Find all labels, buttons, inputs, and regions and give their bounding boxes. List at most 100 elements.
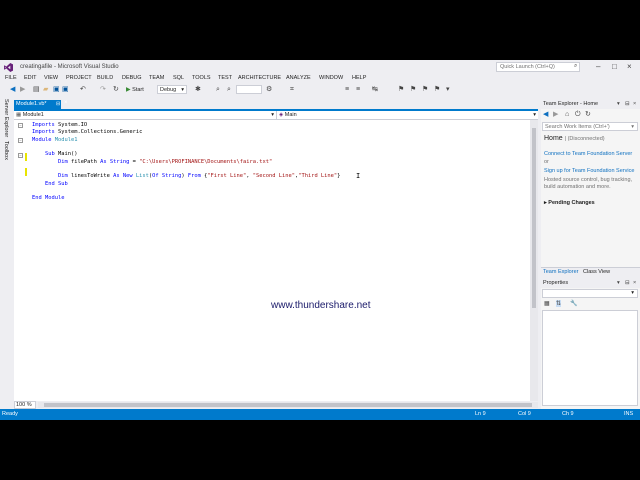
undo-icon[interactable]: ↶ xyxy=(80,86,86,94)
search-icon[interactable]: ⌕ xyxy=(574,63,577,70)
minimize-button[interactable]: – xyxy=(596,62,600,72)
save-icon[interactable]: ▣ xyxy=(53,86,60,94)
horizontal-scrollbar[interactable] xyxy=(38,402,538,408)
toolbox-tab[interactable]: Toolbox xyxy=(3,141,9,160)
categorized-icon[interactable]: ▦ xyxy=(544,300,550,307)
start-label: Start xyxy=(132,87,144,93)
code-token: As xyxy=(100,158,110,165)
code-line: Dim filePath As String = "C:\Users\PROFI… xyxy=(32,159,340,166)
title-bar: creatingafile - Microsoft Visual Studio … xyxy=(0,60,640,74)
code-editor[interactable]: − − − Imports System.IO Imports System.Co… xyxy=(14,120,538,401)
signup-tfs-link[interactable]: Sign up for Team Foundation Service xyxy=(544,168,634,174)
service-description-line2: build automation and more. xyxy=(544,184,611,190)
menu-help[interactable]: HELP xyxy=(352,75,366,81)
tab-class-view[interactable]: Class View xyxy=(583,269,610,275)
start-debugging-button[interactable]: ▶ Start xyxy=(126,86,144,93)
connect-icon[interactable]: ⏻ xyxy=(575,111,581,119)
save-all-icon[interactable]: ▣ xyxy=(62,86,69,94)
tab-team-explorer[interactable]: Team Explorer xyxy=(543,269,578,275)
menu-view[interactable]: VIEW xyxy=(44,75,58,81)
bookmark-icon[interactable]: ⌗ xyxy=(290,86,294,94)
pending-changes-section[interactable]: ▸ Pending Changes xyxy=(544,200,595,206)
open-icon[interactable]: ▰ xyxy=(43,86,48,94)
menu-test[interactable]: TEST xyxy=(218,75,232,81)
properties-object-select[interactable]: ▾ xyxy=(542,289,638,298)
back-icon[interactable]: ◀ xyxy=(10,86,15,94)
zoom-value: 100 % xyxy=(16,402,32,408)
menu-edit[interactable]: EDIT xyxy=(24,75,37,81)
pin-icon[interactable]: ⊟ xyxy=(56,101,60,107)
maximize-button[interactable]: □ xyxy=(612,62,617,72)
menu-build[interactable]: BUILD xyxy=(97,75,113,81)
code-token: Main() xyxy=(57,151,78,158)
comment-icon[interactable]: ≡ xyxy=(345,86,349,94)
bookmark-clear-icon[interactable]: ⚑ xyxy=(422,86,428,94)
home-icon[interactable]: ⌂ xyxy=(565,111,569,119)
forward-icon[interactable]: ▶ xyxy=(553,111,558,119)
code-token: Sub xyxy=(44,151,58,158)
new-project-icon[interactable]: ▤ xyxy=(33,86,40,94)
bookmark-folder-icon[interactable]: ⚑ xyxy=(434,86,440,94)
chevron-down-icon[interactable]: ▾ xyxy=(617,280,620,286)
zoom-select[interactable]: 100 % xyxy=(14,401,36,409)
close-icon[interactable]: × xyxy=(633,280,636,286)
menu-tools[interactable]: TOOLS xyxy=(192,75,211,81)
property-pages-icon[interactable]: 🔧 xyxy=(570,300,577,307)
code-token: System.Collections.Generic xyxy=(57,129,143,136)
member-dropdown[interactable]: ◈ Main ▾ xyxy=(276,111,538,120)
chevron-down-icon[interactable]: ▾ xyxy=(617,101,620,107)
work-items-search-input[interactable]: Search Work Items (Ctrl+') ▾ xyxy=(542,122,638,131)
find-icon[interactable]: ⌕ xyxy=(216,86,220,94)
menu-window[interactable]: WINDOW xyxy=(319,75,343,81)
redo-icon[interactable]: ↷ xyxy=(100,86,106,94)
uncomment-icon[interactable]: ≡ xyxy=(356,86,360,94)
attach-icon[interactable]: ✱ xyxy=(195,86,201,94)
chevron-down-icon: ▾ xyxy=(181,87,184,93)
chevron-down-icon: ▾ xyxy=(533,112,536,118)
menu-sql[interactable]: SQL xyxy=(173,75,184,81)
menu-analyze[interactable]: ANALYZE xyxy=(286,75,311,81)
standard-toolbar: ◀ ▶ ▤ ▰ ▣ ▣ ↶ ↷ ↻ ▶ Start Debug ▾ ✱ ⌕ ⌕ … xyxy=(0,84,640,96)
back-icon[interactable]: ◀ xyxy=(543,111,548,119)
code-token: "C:\Users\PROFINANCE\Documents\faira.txt… xyxy=(139,158,273,165)
menu-file[interactable]: FILE xyxy=(5,75,17,81)
server-explorer-tab[interactable]: Server Explorer xyxy=(3,99,9,137)
menu-team[interactable]: TEAM xyxy=(149,75,164,81)
code-token: linesToWrite xyxy=(70,173,114,180)
type-dropdown[interactable]: ▦ Module1 ▾ xyxy=(14,111,276,120)
find-in-files-icon[interactable]: ⌕ xyxy=(227,86,231,94)
pin-icon[interactable]: ⊟ xyxy=(625,101,630,107)
close-button[interactable]: × xyxy=(627,62,632,72)
toolbar-overflow-icon[interactable]: ▾ xyxy=(446,86,450,94)
collapse-region-icon[interactable]: − xyxy=(18,123,23,128)
collapse-region-icon[interactable]: − xyxy=(18,138,23,143)
forward-icon[interactable]: ▶ xyxy=(20,86,25,94)
menu-bar: FILE EDIT VIEW PROJECT BUILD DEBUG TEAM … xyxy=(0,74,640,84)
quick-launch-input[interactable]: Quick Launch (Ctrl+Q) xyxy=(496,62,580,72)
vertical-scrollbar[interactable] xyxy=(530,120,538,401)
close-icon[interactable]: × xyxy=(633,101,636,107)
refresh-icon[interactable]: ↻ xyxy=(113,86,119,94)
refresh-icon[interactable]: ↻ xyxy=(585,111,591,119)
menu-architecture[interactable]: ARCHITECTURE xyxy=(238,75,281,81)
close-icon[interactable]: × xyxy=(64,100,68,106)
find-combo[interactable] xyxy=(236,85,262,94)
format-icon[interactable]: ↹ xyxy=(372,86,378,94)
chevron-down-icon: ▾ xyxy=(271,112,274,118)
menu-debug[interactable]: DEBUG xyxy=(122,75,142,81)
alphabetical-icon[interactable]: ⇅ xyxy=(556,300,562,307)
pin-icon[interactable]: ⊟ xyxy=(625,280,630,286)
document-tab[interactable]: Module1.vb* ⊟ × xyxy=(14,100,68,109)
bookmark-prev-icon[interactable]: ⚑ xyxy=(410,86,416,94)
properties-grid xyxy=(542,310,638,406)
menu-project[interactable]: PROJECT xyxy=(66,75,92,81)
scrollbar-thumb[interactable] xyxy=(44,403,532,407)
collapse-region-icon[interactable]: − xyxy=(18,153,23,158)
solution-configuration-select[interactable]: Debug ▾ xyxy=(157,85,187,94)
scrollbar-thumb[interactable] xyxy=(532,128,536,308)
bookmark-next-icon[interactable]: ⚑ xyxy=(398,86,404,94)
code-line: Imports System.IO xyxy=(32,122,340,129)
toolbar-options-icon[interactable]: ⚙ xyxy=(266,86,272,94)
connect-tfs-link[interactable]: Connect to Team Foundation Server xyxy=(544,151,632,157)
